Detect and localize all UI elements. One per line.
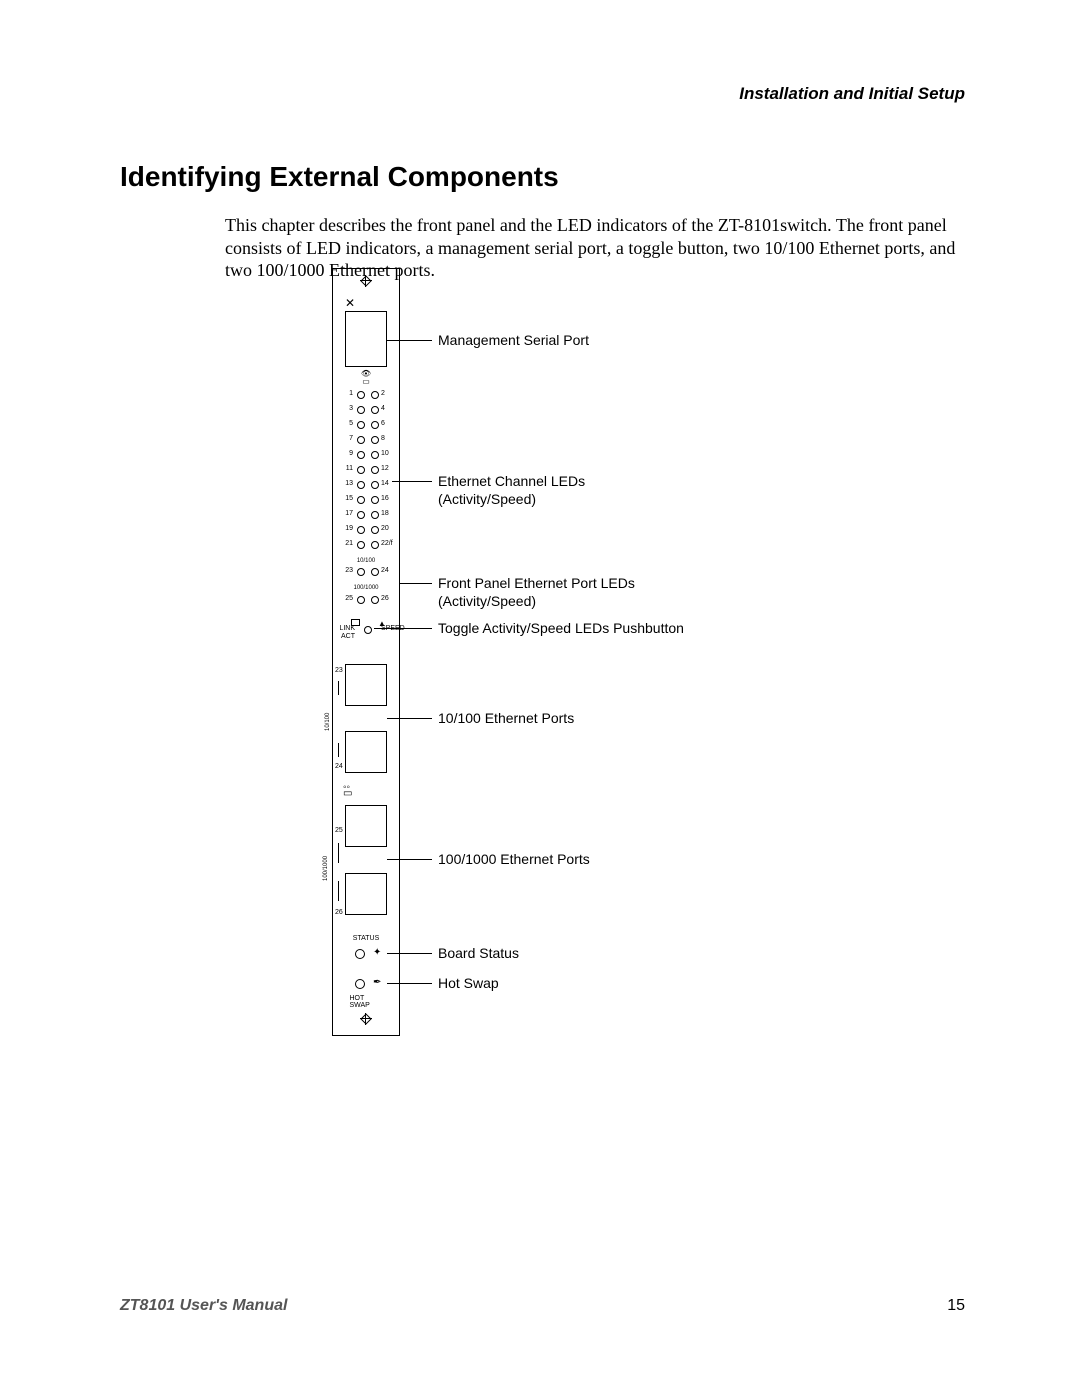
led-icon: [357, 541, 365, 549]
hotswap-symbol-icon: ✒: [373, 977, 381, 988]
network-icon: ◦◦▭: [343, 785, 352, 797]
led-icon: [357, 406, 365, 414]
led-icon: [371, 526, 379, 534]
led-num: 21: [341, 540, 353, 547]
x-icon: ✕: [345, 296, 353, 310]
led-icon: [357, 391, 365, 399]
led-num: 5: [341, 420, 353, 427]
callout-board-status: Board Status: [438, 945, 519, 963]
led-grid: 12 34 56 78 910 1112 1314 1516 1718 1920…: [333, 389, 399, 554]
led-num: 9: [341, 450, 353, 457]
led-num: 3: [341, 405, 353, 412]
led-icon: [357, 421, 365, 429]
led-num: 15: [341, 495, 353, 502]
led-icon: [357, 436, 365, 444]
port-side-label: 10/100: [325, 713, 331, 731]
heading: Identifying External Components: [120, 161, 559, 193]
led-icon: [371, 421, 379, 429]
toggle-left-label: LINK ACT: [337, 625, 355, 641]
port-side-num: 24: [335, 763, 343, 770]
led-icon: [371, 596, 379, 604]
led-icon: [371, 466, 379, 474]
led-num: 17: [341, 510, 353, 517]
status-label: STATUS: [353, 935, 380, 942]
port-side-num: 25: [335, 827, 343, 834]
led-num: 24: [381, 567, 389, 574]
led-icon: [371, 481, 379, 489]
section-header: Installation and Initial Setup: [739, 84, 965, 104]
port-side-num: 23: [335, 667, 343, 674]
footer-manual-title: ZT8101 User's Manual: [120, 1297, 287, 1315]
callout-channel-leds: Ethernet Channel LEDs (Activity/Speed): [438, 473, 585, 508]
led-num: 19: [341, 525, 353, 532]
led-icon: [357, 496, 365, 504]
led-num: 20: [381, 525, 389, 532]
led-icon: [371, 568, 379, 576]
led-num: 2: [381, 390, 385, 397]
led-num: 12: [381, 465, 389, 472]
screw-icon: [360, 1013, 372, 1025]
port-side-label: 100/1000: [323, 856, 329, 881]
callout-toggle: Toggle Activity/Speed LEDs Pushbutton: [438, 620, 684, 638]
led-icon: [357, 451, 365, 459]
footer-page-number: 15: [947, 1297, 965, 1315]
document-page: Installation and Initial Setup Identifyi…: [0, 0, 1080, 1397]
led-icon: [371, 406, 379, 414]
ethernet-port-box: [345, 731, 387, 773]
led-num: 11: [341, 465, 353, 472]
led-icon: [357, 481, 365, 489]
led-num: 26: [381, 595, 389, 602]
port-side-num: 26: [335, 909, 343, 916]
led-num: 22/f: [381, 540, 393, 547]
ethernet-port-box: [345, 805, 387, 847]
led-icon: [357, 511, 365, 519]
led-icon: [371, 436, 379, 444]
screw-icon: [360, 275, 372, 287]
led-num: 4: [381, 405, 385, 412]
ethernet-port-box: [345, 873, 387, 915]
callout-serial: Management Serial Port: [438, 332, 589, 350]
led-icon: [371, 541, 379, 549]
led-icon: [371, 496, 379, 504]
serial-port-box: [345, 311, 387, 367]
led-num: 18: [381, 510, 389, 517]
serial-port-icon: 👁▭: [361, 370, 371, 386]
callout-hot-swap: Hot Swap: [438, 975, 499, 993]
led-icon: [364, 626, 372, 634]
front-panel-figure: ✕ 👁▭ 12 34 56 78 910 1112 1314 1516 1718…: [332, 268, 932, 1038]
led-icon: [371, 511, 379, 519]
front-panel-outline: ✕ 👁▭ 12 34 56 78 910 1112 1314 1516 1718…: [332, 268, 400, 1036]
led-num: 16: [381, 495, 389, 502]
led-icon: [357, 466, 365, 474]
led-num: 1: [341, 390, 353, 397]
led-icon: [355, 949, 365, 959]
callout-eth-100-1000: 100/1000 Ethernet Ports: [438, 851, 590, 869]
led-icon: [357, 526, 365, 534]
status-symbol-icon: ✦: [373, 947, 381, 958]
led-icon: [371, 391, 379, 399]
group-label-10-100: 10/100: [357, 558, 375, 564]
led-icon: [371, 451, 379, 459]
led-icon: [355, 979, 365, 989]
led-num: 8: [381, 435, 385, 442]
led-num: 13: [341, 480, 353, 487]
led-num: 6: [381, 420, 385, 427]
led-num: 7: [341, 435, 353, 442]
led-num: 10: [381, 450, 389, 457]
led-num: 23: [341, 567, 353, 574]
led-num: 25: [341, 595, 353, 602]
ethernet-port-box: [345, 664, 387, 706]
led-num: 14: [381, 480, 389, 487]
hotswap-label: HOT SWAP: [350, 995, 383, 1009]
group-label-100-1000: 100/1000: [353, 585, 378, 591]
callout-eth-10-100: 10/100 Ethernet Ports: [438, 710, 574, 728]
callout-fp-leds: Front Panel Ethernet Port LEDs (Activity…: [438, 575, 635, 610]
led-icon: [357, 568, 365, 576]
led-icon: [357, 596, 365, 604]
